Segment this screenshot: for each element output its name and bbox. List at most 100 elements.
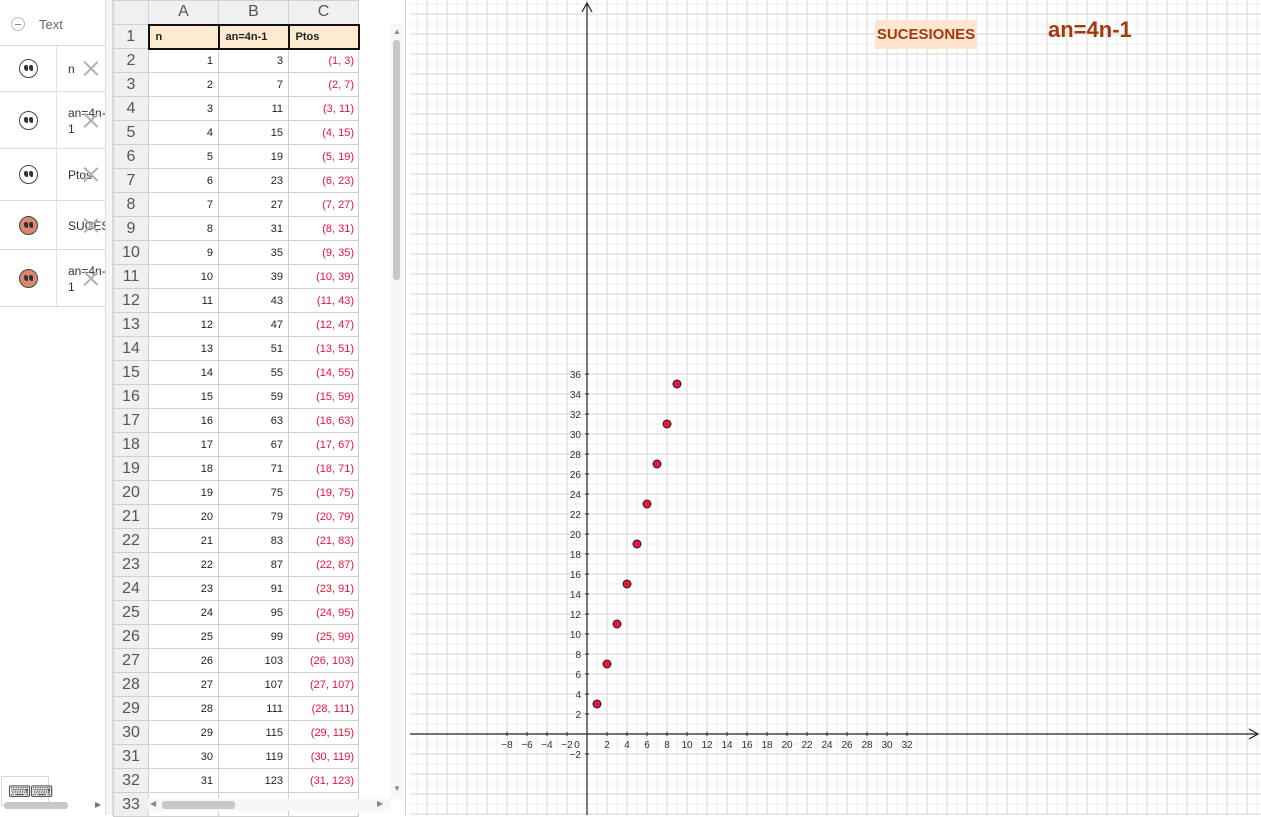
cell-c[interactable]: (27, 107)	[288, 672, 359, 697]
cell-c[interactable]: (18, 71)	[288, 456, 359, 481]
cell-b[interactable]: 107	[218, 672, 289, 697]
cell-a[interactable]: 6	[148, 168, 219, 193]
visibility-toggle-icon[interactable]	[19, 165, 38, 184]
delete-icon[interactable]	[82, 111, 100, 129]
cell-b[interactable]: 111	[218, 696, 289, 721]
row-header[interactable]: 23	[113, 552, 149, 577]
cell-a[interactable]: 29	[148, 720, 219, 745]
cell-c[interactable]: (31, 123)	[288, 768, 359, 793]
cell-c[interactable]: (5, 19)	[288, 144, 359, 169]
row-header[interactable]: 29	[113, 696, 149, 721]
row-header[interactable]: 19	[113, 456, 149, 481]
cell-a[interactable]: 2	[148, 72, 219, 97]
visibility-toggle-icon[interactable]	[19, 216, 38, 235]
row-header[interactable]: 2	[113, 48, 149, 73]
cell-c[interactable]: (17, 67)	[288, 432, 359, 457]
row-header[interactable]: 20	[113, 480, 149, 505]
sheet-vertical-scrollbar[interactable]: ▲ ▼	[391, 24, 403, 799]
data-point[interactable]	[592, 699, 602, 709]
cell-a[interactable]: 13	[148, 336, 219, 361]
cell-c[interactable]: (28, 111)	[288, 696, 359, 721]
cell-a[interactable]: 25	[148, 624, 219, 649]
cell-b[interactable]: 91	[218, 576, 289, 601]
row-header[interactable]: 26	[113, 624, 149, 649]
cell-a[interactable]: 16	[148, 408, 219, 433]
scroll-right-arrow-icon[interactable]: ▶	[377, 799, 383, 808]
cell-b[interactable]: 31	[218, 216, 289, 241]
cell-c[interactable]: (2, 7)	[288, 72, 359, 97]
data-point[interactable]	[612, 619, 622, 629]
cell-a[interactable]: 24	[148, 600, 219, 625]
cell-b[interactable]: 103	[218, 648, 289, 673]
cell-b[interactable]: 67	[218, 432, 289, 457]
data-point[interactable]	[602, 659, 612, 669]
cell-a[interactable]: 11	[148, 288, 219, 313]
cell-c[interactable]: (20, 79)	[288, 504, 359, 529]
delete-icon[interactable]	[82, 216, 100, 234]
data-point[interactable]	[622, 579, 632, 589]
cell-c[interactable]: (12, 47)	[288, 312, 359, 337]
cell-c[interactable]: (22, 87)	[288, 552, 359, 577]
cell-a[interactable]: 12	[148, 312, 219, 337]
cell-c[interactable]: (13, 51)	[288, 336, 359, 361]
cell-b[interactable]: 119	[218, 744, 289, 769]
data-point[interactable]	[642, 499, 652, 509]
cell-b[interactable]: 63	[218, 408, 289, 433]
cell-a[interactable]: 8	[148, 216, 219, 241]
scroll-right-arrow-icon[interactable]: ▶	[95, 800, 101, 809]
cell-a[interactable]: 31	[148, 768, 219, 793]
row-header[interactable]: 6	[113, 144, 149, 169]
row-header[interactable]: 27	[113, 648, 149, 673]
cell-b1[interactable]: an=4n-1	[217, 23, 290, 50]
cell-a[interactable]: 28	[148, 696, 219, 721]
row-header[interactable]: 10	[113, 240, 149, 265]
sheet-vertical-scroll-thumb[interactable]	[393, 40, 400, 280]
cell-a[interactable]: 10	[148, 264, 219, 289]
algebra-item[interactable]: n	[0, 46, 105, 92]
cell-c[interactable]: (10, 39)	[288, 264, 359, 289]
row-header[interactable]: 4	[113, 96, 149, 121]
cell-a1[interactable]: n	[147, 23, 220, 50]
cell-a[interactable]: 30	[148, 744, 219, 769]
cell-c[interactable]: (15, 59)	[288, 384, 359, 409]
cell-a[interactable]: 22	[148, 552, 219, 577]
cell-c[interactable]: (29, 115)	[288, 720, 359, 745]
cell-c[interactable]: (23, 91)	[288, 576, 359, 601]
cell-b[interactable]: 55	[218, 360, 289, 385]
row-header[interactable]: 33	[113, 792, 149, 817]
data-point[interactable]	[662, 419, 672, 429]
cell-c1[interactable]: Ptos	[287, 23, 360, 50]
cell-c[interactable]: (30, 119)	[288, 744, 359, 769]
cell-c[interactable]: (8, 31)	[288, 216, 359, 241]
title-text-box[interactable]: SUCESIONES	[875, 20, 977, 49]
algebra-item[interactable]: SUCESIONES	[0, 201, 105, 250]
row-header[interactable]: 13	[113, 312, 149, 337]
row-header[interactable]: 14	[113, 336, 149, 361]
visibility-toggle-icon[interactable]	[19, 59, 38, 78]
cell-b[interactable]: 51	[218, 336, 289, 361]
row-header[interactable]: 25	[113, 600, 149, 625]
row-header[interactable]: 22	[113, 528, 149, 553]
row-header[interactable]: 12	[113, 288, 149, 313]
cell-b[interactable]: 11	[218, 96, 289, 121]
cell-c[interactable]: (1, 3)	[288, 48, 359, 73]
algebra-horizontal-scrollbar[interactable]	[0, 799, 105, 811]
row-header[interactable]: 1	[113, 24, 149, 49]
scroll-down-arrow-icon[interactable]: ▼	[393, 784, 401, 793]
cell-b[interactable]: 79	[218, 504, 289, 529]
delete-icon[interactable]	[82, 165, 100, 183]
cell-a[interactable]: 17	[148, 432, 219, 457]
cell-b[interactable]: 39	[218, 264, 289, 289]
cell-a[interactable]: 18	[148, 456, 219, 481]
algebra-item[interactable]: Ptos	[0, 149, 105, 201]
cell-c[interactable]: (21, 83)	[288, 528, 359, 553]
row-header[interactable]: 8	[113, 192, 149, 217]
row-header[interactable]: 21	[113, 504, 149, 529]
cell-c[interactable]: (6, 23)	[288, 168, 359, 193]
cell-a[interactable]: 15	[148, 384, 219, 409]
data-point[interactable]	[632, 539, 642, 549]
visibility-toggle-icon[interactable]	[19, 269, 38, 288]
cell-c[interactable]: (9, 35)	[288, 240, 359, 265]
cell-b[interactable]: 95	[218, 600, 289, 625]
data-point[interactable]	[672, 379, 682, 389]
